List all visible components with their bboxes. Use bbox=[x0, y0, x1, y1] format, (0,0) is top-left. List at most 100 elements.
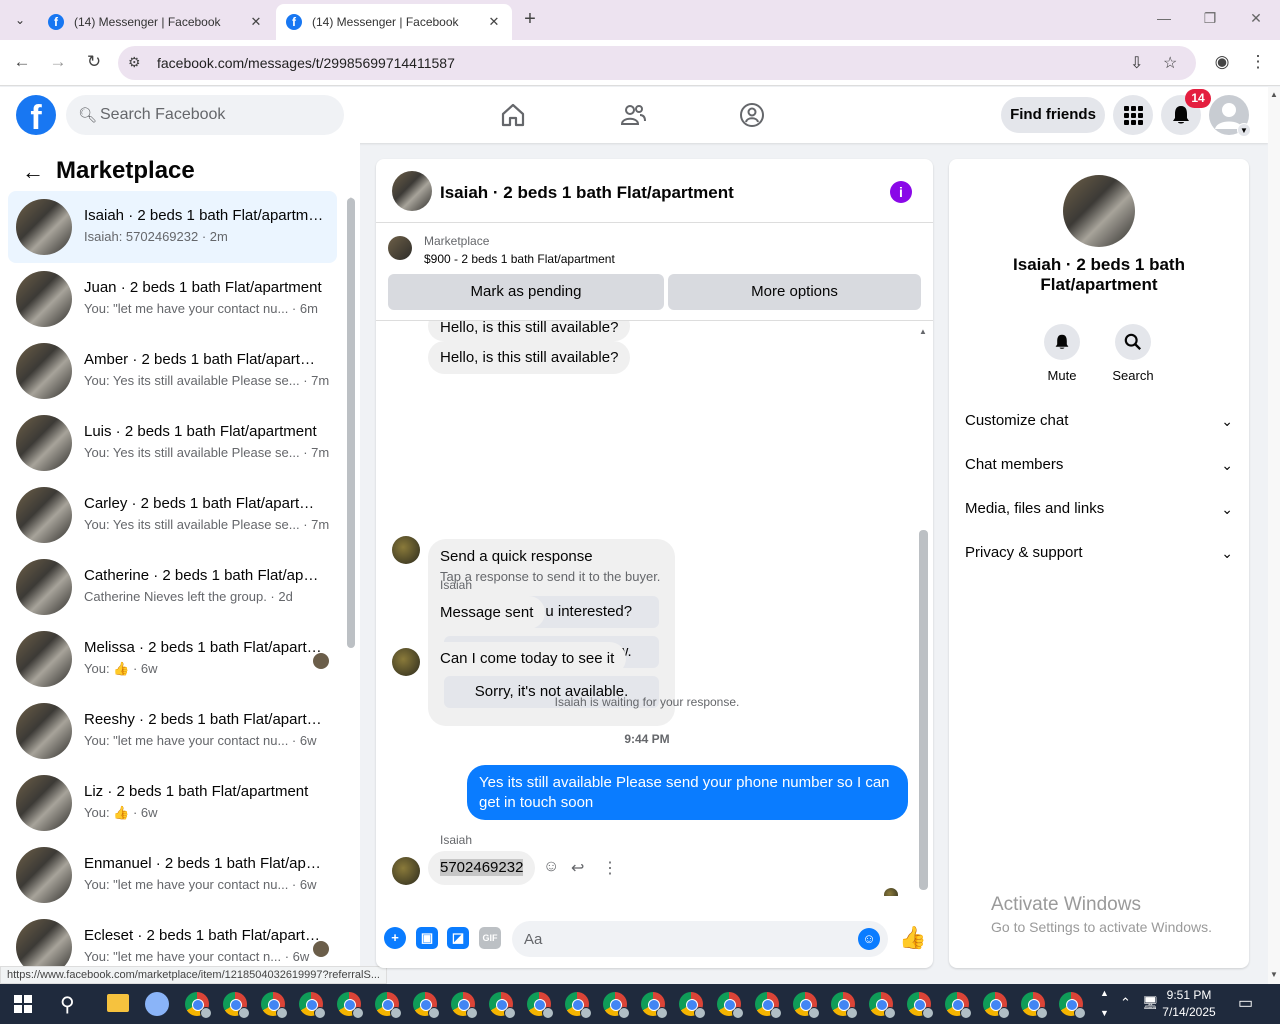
chrome-taskbar-icon[interactable] bbox=[869, 992, 896, 1019]
media-files-links-section[interactable]: Media, files and links ⌄ bbox=[965, 489, 1233, 529]
browser-tab-1[interactable]: f (14) Messenger | Facebook ✕ bbox=[38, 4, 274, 40]
show-hidden-icons-chevron-icon[interactable]: ⌃ bbox=[1120, 995, 1131, 1011]
sender-avatar[interactable] bbox=[392, 648, 420, 676]
tray-up-icon[interactable]: ▲ bbox=[1100, 988, 1109, 998]
install-app-icon[interactable]: ⇩ bbox=[1130, 53, 1143, 73]
chrome-taskbar-icon[interactable] bbox=[565, 992, 592, 1019]
close-tab-icon[interactable]: ✕ bbox=[486, 14, 502, 30]
account-avatar[interactable]: ▼ bbox=[1209, 95, 1251, 137]
new-tab-plus-icon[interactable]: + bbox=[518, 8, 542, 31]
sender-avatar[interactable] bbox=[392, 536, 420, 564]
chat-members-section[interactable]: Chat members ⌄ bbox=[965, 445, 1233, 485]
bookmark-star-icon[interactable]: ☆ bbox=[1163, 53, 1177, 73]
sender-avatar[interactable] bbox=[392, 857, 420, 885]
groups-icon[interactable] bbox=[738, 101, 766, 129]
chat-title[interactable]: Isaiah · 2 beds 1 bath Flat/apartment bbox=[440, 183, 734, 203]
close-window-icon[interactable]: ✕ bbox=[1242, 10, 1270, 27]
gif-icon[interactable]: GIF bbox=[479, 927, 501, 949]
thumbs-up-icon[interactable]: 👍 bbox=[899, 925, 926, 951]
mute-button[interactable]: Mute bbox=[1032, 324, 1092, 383]
url-text[interactable]: facebook.com/messages/t/2998569971441158… bbox=[157, 55, 455, 71]
chrome-taskbar-icon[interactable] bbox=[527, 992, 554, 1019]
menu-grid-icon[interactable] bbox=[1113, 95, 1153, 135]
chrome-taskbar-icon[interactable] bbox=[1021, 992, 1048, 1019]
react-emoji-icon[interactable]: ☺ bbox=[543, 858, 559, 876]
message-scrollbar[interactable] bbox=[919, 530, 928, 890]
scroll-up-arrow-icon[interactable]: ▲ bbox=[1270, 90, 1278, 99]
profile-icon[interactable]: ◉ bbox=[1210, 52, 1234, 72]
home-icon[interactable] bbox=[499, 101, 527, 129]
friends-icon[interactable] bbox=[619, 101, 647, 129]
taskbar-clock[interactable]: 9:51 PM 7/14/2025 bbox=[1158, 987, 1220, 1021]
avatar[interactable] bbox=[1063, 175, 1135, 247]
sticker-icon[interactable]: ◪ bbox=[447, 927, 469, 949]
site-info-icon[interactable]: ⚙ bbox=[128, 54, 141, 71]
facebook-logo-icon[interactable]: f bbox=[16, 95, 56, 135]
conversation-item[interactable]: Isaiah · 2 beds 1 bath Flat/apartment Is… bbox=[8, 191, 337, 263]
mark-as-pending-button[interactable]: Mark as pending bbox=[388, 274, 664, 310]
conversation-item[interactable]: Enmanuel · 2 beds 1 bath Flat/apartment … bbox=[8, 839, 337, 911]
file-explorer-icon[interactable] bbox=[107, 994, 129, 1012]
more-options-button[interactable]: More options bbox=[668, 274, 921, 310]
conversation-item[interactable]: Reeshy · 2 beds 1 bath Flat/apartment Yo… bbox=[8, 695, 337, 767]
windows-start-icon[interactable] bbox=[14, 995, 32, 1013]
chrome-taskbar-icon[interactable] bbox=[489, 992, 516, 1019]
message-thread[interactable]: Hello, is this still available? Hello, i… bbox=[376, 321, 933, 896]
phone-number-text[interactable]: 5702469232 bbox=[440, 859, 524, 876]
close-tab-icon[interactable]: ✕ bbox=[248, 14, 264, 30]
network-icon[interactable]: 🖥︎ bbox=[1142, 995, 1159, 1011]
info-icon[interactable]: i bbox=[890, 181, 912, 203]
chrome-taskbar-icon[interactable] bbox=[641, 992, 668, 1019]
chrome-taskbar-icon[interactable] bbox=[603, 992, 630, 1019]
photo-icon[interactable]: ▣ bbox=[416, 927, 438, 949]
chrome-taskbar-icon[interactable] bbox=[831, 992, 858, 1019]
emoji-icon[interactable]: ☺ bbox=[858, 928, 880, 950]
reload-icon[interactable]: ↻ bbox=[82, 52, 106, 72]
chrome-menu-icon[interactable]: ⋮ bbox=[1246, 52, 1270, 72]
chrome-taskbar-icon[interactable] bbox=[793, 992, 820, 1019]
conversation-item[interactable]: Catherine · 2 beds 1 bath Flat/apartment… bbox=[8, 551, 337, 623]
chrome-taskbar-icon[interactable] bbox=[185, 992, 212, 1019]
chrome-taskbar-icon[interactable] bbox=[299, 992, 326, 1019]
listing-price[interactable]: $900 - 2 beds 1 bath Flat/apartment bbox=[424, 252, 615, 266]
conversation-item[interactable]: Melissa · 2 beds 1 bath Flat/apartment Y… bbox=[8, 623, 337, 695]
chrome-taskbar-icon[interactable] bbox=[755, 992, 782, 1019]
search-button[interactable]: Search bbox=[1103, 324, 1163, 383]
scroll-up-arrow-icon[interactable]: ▲ bbox=[919, 327, 927, 336]
taskbar-search-icon[interactable]: ⚲ bbox=[60, 992, 75, 1017]
tab-search-chevron-icon[interactable]: ⌄ bbox=[8, 9, 32, 31]
conversation-item[interactable]: Luis · 2 beds 1 bath Flat/apartment You:… bbox=[8, 407, 337, 479]
back-arrow-icon[interactable]: ← bbox=[10, 52, 34, 72]
conversation-item[interactable]: Liz · 2 beds 1 bath Flat/apartment You: … bbox=[8, 767, 337, 839]
scroll-down-arrow-icon[interactable]: ▼ bbox=[1270, 970, 1278, 979]
page-scrollbar[interactable]: ▲ ▼ bbox=[1268, 87, 1280, 984]
chrome-taskbar-icon[interactable] bbox=[907, 992, 934, 1019]
scroll-down-arrow-icon[interactable]: ▼ bbox=[919, 894, 927, 896]
chrome-taskbar-icon[interactable] bbox=[375, 992, 402, 1019]
privacy-support-section[interactable]: Privacy & support ⌄ bbox=[965, 533, 1233, 573]
message-input[interactable]: Aa ☺ bbox=[512, 921, 888, 957]
back-arrow-icon[interactable]: ← bbox=[22, 159, 44, 185]
forward-arrow-icon[interactable]: → bbox=[46, 52, 70, 72]
tray-down-icon[interactable]: ▼ bbox=[1100, 1008, 1109, 1018]
browser-tab-2[interactable]: f (14) Messenger | Facebook ✕ bbox=[276, 4, 512, 40]
facebook-search-input[interactable]: 🔍︎ Search Facebook bbox=[66, 95, 344, 135]
paint-app-icon[interactable] bbox=[145, 992, 169, 1016]
chrome-taskbar-icon[interactable] bbox=[983, 992, 1010, 1019]
avatar[interactable] bbox=[392, 171, 432, 211]
conversation-item[interactable]: Juan · 2 beds 1 bath Flat/apartment You:… bbox=[8, 263, 337, 335]
customize-chat-section[interactable]: Customize chat ⌄ bbox=[965, 401, 1233, 441]
more-actions-icon[interactable]: ⋮ bbox=[602, 858, 618, 878]
find-friends-button[interactable]: Find friends bbox=[1001, 97, 1105, 133]
restore-icon[interactable]: ❐ bbox=[1196, 10, 1224, 27]
chrome-taskbar-icon[interactable] bbox=[679, 992, 706, 1019]
conversation-item[interactable]: Carley · 2 beds 1 bath Flat/apartment Yo… bbox=[8, 479, 337, 551]
chrome-taskbar-icon[interactable] bbox=[261, 992, 288, 1019]
reply-icon[interactable]: ↩ bbox=[571, 858, 584, 878]
conversation-item[interactable]: Amber · 2 beds 1 bath Flat/apartment You… bbox=[8, 335, 337, 407]
chrome-taskbar-icon[interactable] bbox=[451, 992, 478, 1019]
address-bar[interactable]: ⚙ facebook.com/messages/t/29985699714411… bbox=[118, 46, 1196, 80]
chrome-taskbar-icon[interactable] bbox=[945, 992, 972, 1019]
listing-thumbnail[interactable] bbox=[388, 236, 412, 260]
minimize-icon[interactable]: — bbox=[1150, 10, 1178, 26]
